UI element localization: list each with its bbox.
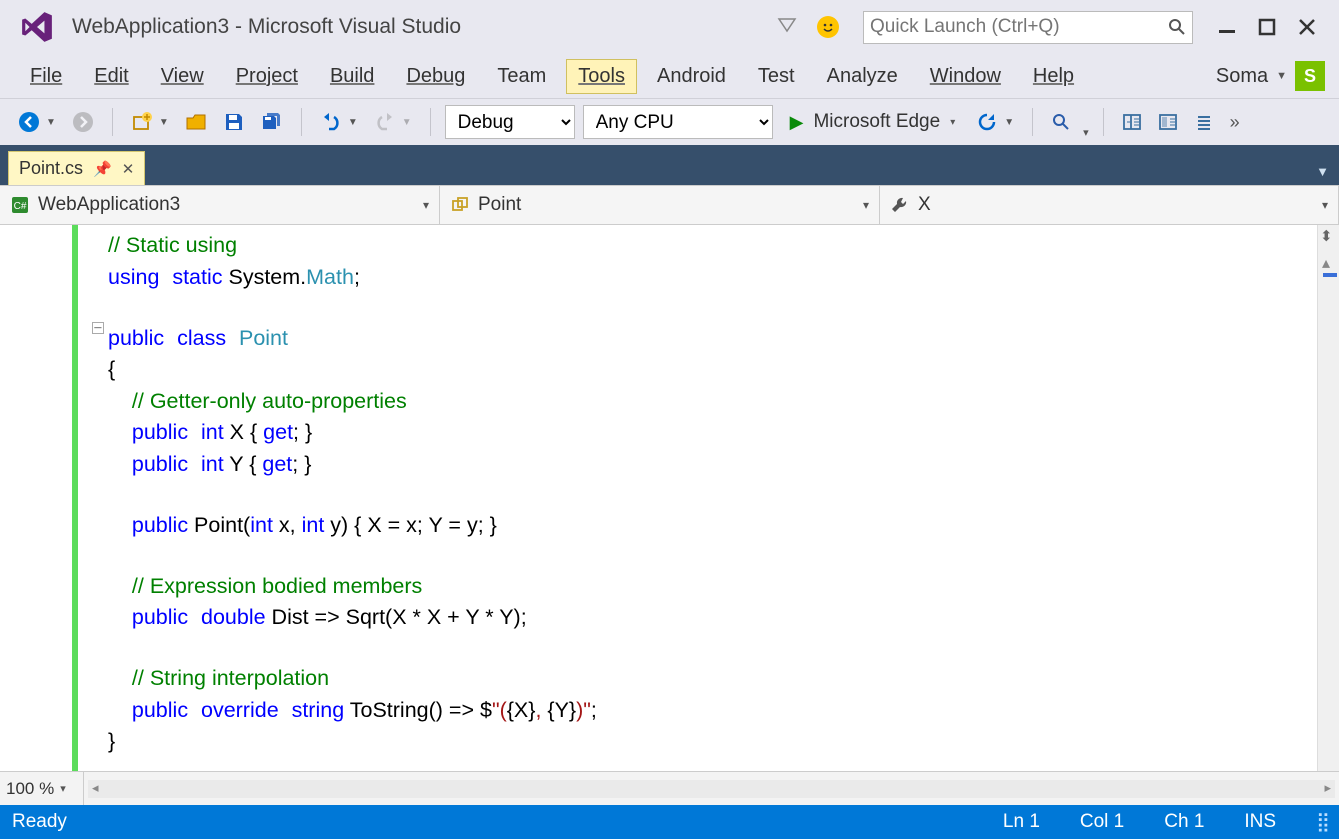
editor-footer-bar: 100 % ▾ ◂ ▸ [0,771,1339,805]
svg-text:C#: C# [14,201,27,212]
chevron-down-icon: ▾ [60,782,66,795]
scroll-left-icon[interactable]: ◂ [92,780,99,796]
member-dropdown-label: X [918,194,931,216]
file-tab-label: Point.cs [19,158,83,179]
visual-studio-logo-icon [20,10,54,44]
nav-back-button[interactable]: ▼ [14,108,60,136]
menu-debug[interactable]: Debug [394,59,477,94]
tab-strip-dropdown-icon[interactable]: ▼ [1306,158,1339,185]
scroll-up-icon[interactable]: ▴ [1322,253,1330,273]
scrollbar-marker [1323,273,1337,277]
pin-tab-icon[interactable]: 📌 [93,160,112,178]
menu-tools[interactable]: Tools [566,59,637,94]
status-ins: INS [1244,811,1276,833]
code-navigation-bar: C# WebApplication3 ▾ Point ▾ X ▾ [0,185,1339,225]
standard-toolbar: ▼ ▼ ▼ ▼ Debug Any CPU ▶ Microsoft Edge ▾… [0,98,1339,145]
signed-in-user[interactable]: Soma [1216,65,1268,88]
notifications-icon[interactable] [773,13,801,41]
status-ready: Ready [12,811,67,833]
user-dropdown-arrow-icon[interactable]: ▼ [1276,70,1287,82]
quick-launch-box[interactable] [863,11,1193,44]
menu-analyze[interactable]: Analyze [815,59,910,94]
menu-view[interactable]: View [149,59,216,94]
feedback-smiley-icon[interactable] [817,16,839,38]
close-button[interactable] [1287,9,1327,45]
project-dropdown-label: WebApplication3 [38,194,180,216]
csharp-project-icon: C# [10,195,30,215]
code-editor[interactable]: − // Static using using static System.Ma… [0,225,1339,771]
horizontal-scrollbar[interactable]: ◂ ▸ [88,780,1335,798]
menu-team[interactable]: Team [485,59,558,94]
layout-button-3[interactable] [1190,109,1218,135]
menu-window[interactable]: Window [918,59,1013,94]
project-dropdown[interactable]: C# WebApplication3 ▾ [0,186,440,224]
status-line: Ln 1 [1003,811,1040,833]
redo-button: ▼ [370,108,416,136]
menu-edit[interactable]: Edit [82,59,140,94]
zoom-value: 100 % [6,779,54,799]
status-ch: Ch 1 [1164,811,1204,833]
undo-button[interactable]: ▼ [316,108,362,136]
menu-bar: File Edit View Project Build Debug Team … [0,54,1339,98]
outline-collapse-toggle[interactable]: − [92,322,104,334]
chevron-down-icon: ▾ [863,198,869,212]
class-dropdown[interactable]: Point ▾ [440,186,880,224]
new-project-button[interactable]: ▼ [127,108,173,136]
search-icon[interactable] [1168,18,1186,36]
document-tab-strip: Point.cs 📌 ✕ ▼ [0,145,1339,185]
class-icon [450,195,470,215]
scroll-right-icon[interactable]: ▸ [1324,780,1331,796]
find-in-files-button[interactable] [1047,109,1075,135]
solution-platform-combo[interactable]: Any CPU [583,105,773,139]
user-avatar-badge[interactable]: S [1295,61,1325,91]
menu-build[interactable]: Build [318,59,386,94]
status-bar: Ready Ln 1 Col 1 Ch 1 INS ⣿ [0,805,1339,839]
code-content[interactable]: // Static using using static System.Math… [78,225,1317,771]
toolbar-overflow-2[interactable]: » [1230,112,1240,133]
zoom-level-combo[interactable]: 100 % ▾ [0,772,84,805]
chevron-down-icon: ▾ [1322,198,1328,212]
window-title: WebApplication3 - Microsoft Visual Studi… [72,15,461,39]
toolbar-overflow-1[interactable]: ▾ [1083,126,1089,139]
open-file-button[interactable] [181,108,211,136]
save-button[interactable] [219,108,249,136]
vertical-scrollbar[interactable]: ⬍ ▴ [1317,225,1339,771]
save-all-button[interactable] [257,108,287,136]
menu-help[interactable]: Help [1021,59,1086,94]
chevron-down-icon: ▾ [423,198,429,212]
split-editor-icon[interactable]: ⬍ [1320,227,1333,245]
close-tab-icon[interactable]: ✕ [122,160,135,178]
menu-android[interactable]: Android [645,59,738,94]
play-icon: ▶ [790,112,804,133]
quick-launch-input[interactable] [870,16,1168,38]
file-tab-point-cs[interactable]: Point.cs 📌 ✕ [8,151,145,185]
maximize-button[interactable] [1247,9,1287,45]
run-target-label: Microsoft Edge [813,111,940,133]
menu-project[interactable]: Project [224,59,310,94]
solution-config-combo[interactable]: Debug [445,105,575,139]
title-bar: WebApplication3 - Microsoft Visual Studi… [0,0,1339,54]
start-debug-button[interactable]: ▶ Microsoft Edge ▾ [781,106,965,138]
menu-file[interactable]: File [18,59,74,94]
nav-forward-button [68,108,98,136]
class-dropdown-label: Point [478,194,521,216]
status-col: Col 1 [1080,811,1124,833]
editor-gutter: − [0,225,78,771]
wrench-icon [890,195,910,215]
browser-refresh-button[interactable]: ▼ [972,108,1018,136]
layout-button-2[interactable] [1154,109,1182,135]
resize-grip-icon[interactable]: ⣿ [1316,811,1327,834]
minimize-button[interactable] [1207,9,1247,45]
menu-test[interactable]: Test [746,59,807,94]
member-dropdown[interactable]: X ▾ [880,186,1339,224]
layout-button-1[interactable] [1118,109,1146,135]
